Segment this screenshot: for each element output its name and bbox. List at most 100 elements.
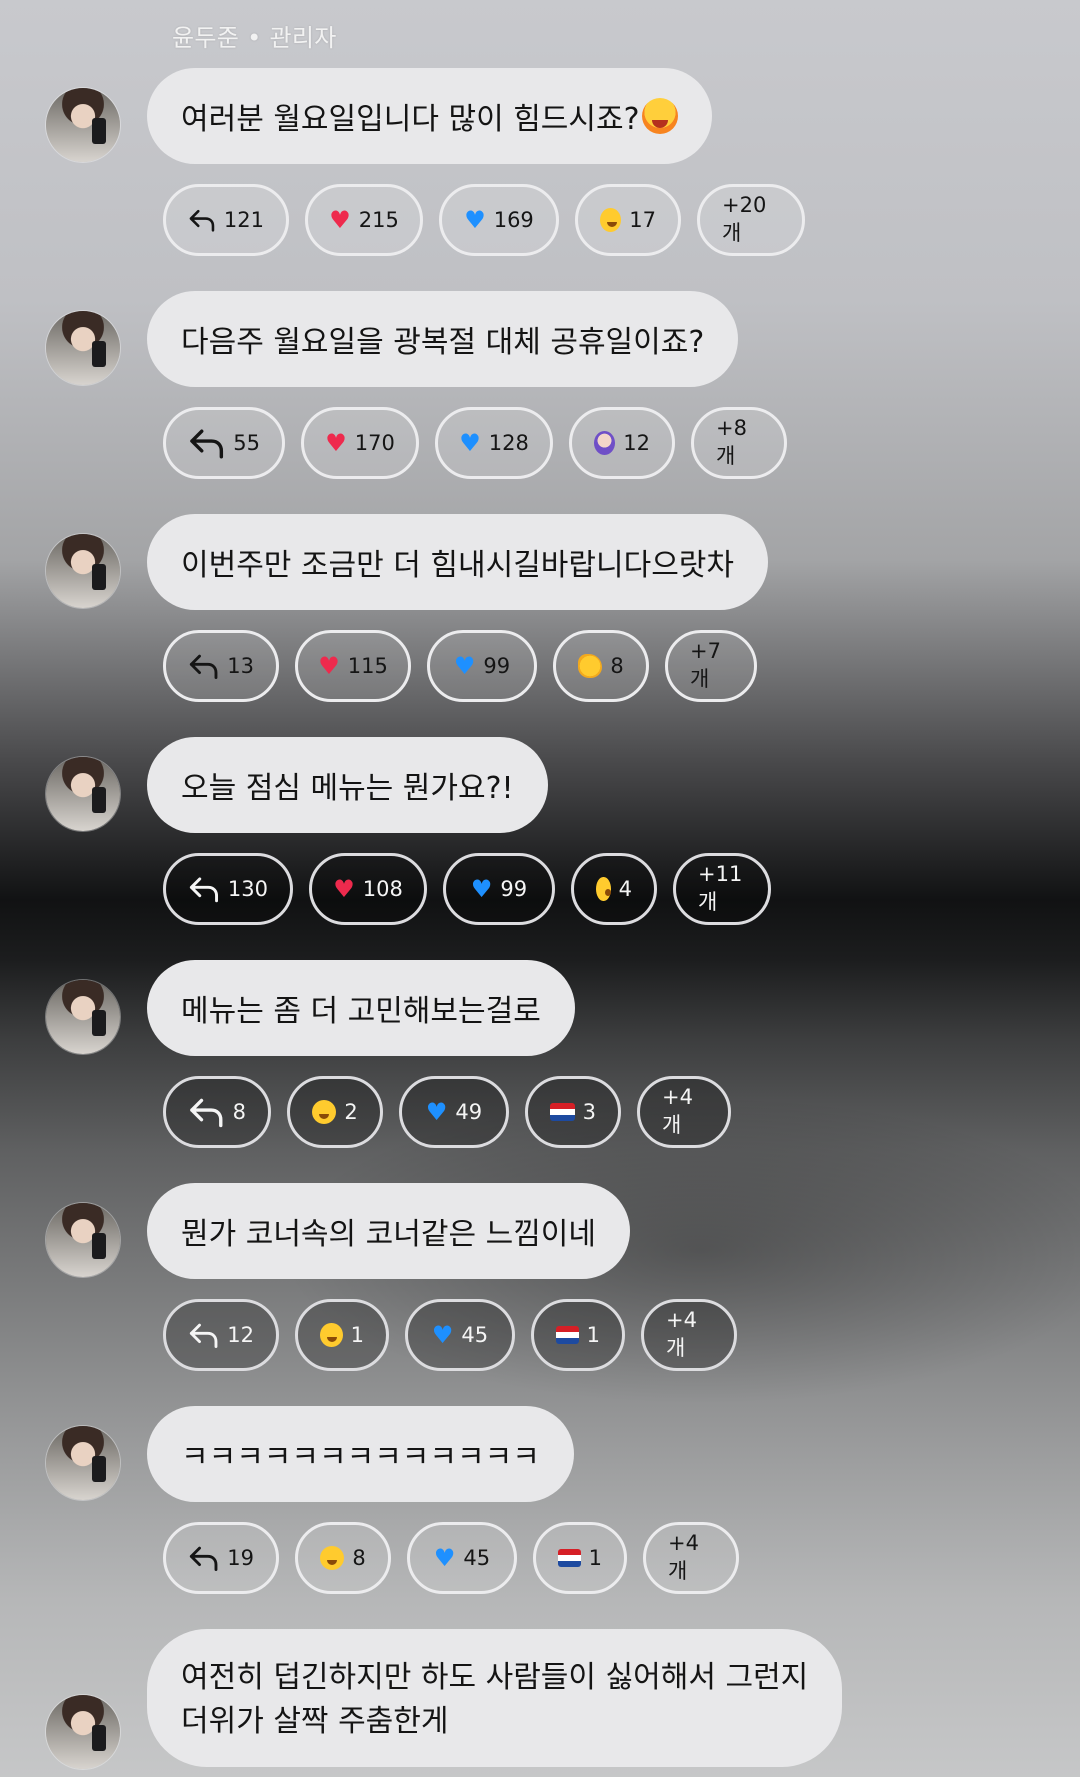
reaction-count: 99 bbox=[500, 877, 528, 901]
message-bubble[interactable]: ㅋㅋㅋㅋㅋㅋㅋㅋㅋㅋㅋㅋㅋ bbox=[147, 1406, 574, 1502]
reaction-chip[interactable]: ♥ 170 bbox=[301, 407, 419, 479]
avatar[interactable] bbox=[46, 534, 120, 608]
reaction-chip[interactable]: ♥ 215 bbox=[305, 184, 423, 256]
reaction-chip[interactable]: 2 bbox=[287, 1076, 383, 1148]
reaction-chip[interactable]: ♥ 128 bbox=[435, 407, 553, 479]
avatar[interactable] bbox=[46, 757, 120, 831]
reaction-chip[interactable]: ♥ 99 bbox=[443, 853, 555, 925]
reply-arrow-icon bbox=[190, 1098, 223, 1128]
reply-chip[interactable]: 130 bbox=[163, 853, 293, 925]
avatar[interactable] bbox=[46, 1426, 120, 1500]
reaction-count: 99 bbox=[483, 654, 511, 678]
avatar[interactable] bbox=[46, 88, 120, 162]
avatar[interactable] bbox=[46, 311, 120, 385]
reaction-bar: 121 ♥ 215 ♥ 169 17 +20개 bbox=[163, 184, 805, 256]
reply-count: 121 bbox=[223, 208, 264, 232]
reaction-count: 3 bbox=[582, 1100, 596, 1124]
reply-chip[interactable]: 19 bbox=[163, 1522, 279, 1594]
reaction-chip[interactable]: 8 bbox=[553, 630, 649, 702]
reaction-chip[interactable]: ♥ 115 bbox=[295, 630, 411, 702]
message-bubble[interactable]: 메뉴는 좀 더 고민해보는걸로 bbox=[147, 960, 575, 1056]
hot-face-icon bbox=[641, 98, 678, 134]
more-reactions-chip[interactable]: +7개 bbox=[665, 630, 757, 702]
reaction-chip[interactable]: ♥ 49 bbox=[399, 1076, 509, 1148]
message-bubble[interactable]: 다음주 월요일을 광복절 대체 공휴일이죠? bbox=[147, 291, 739, 387]
reaction-chip[interactable]: 8 bbox=[295, 1522, 391, 1594]
reaction-bar: 8 2 ♥ 49 3 +4개 bbox=[163, 1076, 731, 1148]
message-text-line: 더위가 살짝 주춤한게 bbox=[181, 1704, 449, 1739]
reaction-count: 45 bbox=[463, 1546, 491, 1570]
reaction-count: 45 bbox=[461, 1323, 489, 1347]
more-reactions-chip[interactable]: +4개 bbox=[637, 1076, 731, 1148]
sender-label: 윤두준 • 관리자 bbox=[172, 24, 337, 52]
more-count: +11개 bbox=[698, 862, 743, 914]
more-reactions-chip[interactable]: +20개 bbox=[697, 184, 805, 256]
reaction-count: 49 bbox=[455, 1100, 483, 1124]
person-face-icon bbox=[594, 431, 616, 455]
message-bubble[interactable]: 이번주만 조금만 더 힘내시길바랍니다으랏차 bbox=[147, 514, 769, 610]
more-count: +20개 bbox=[722, 193, 767, 245]
reaction-chip[interactable]: 17 bbox=[575, 184, 681, 256]
avatar[interactable] bbox=[46, 1695, 120, 1769]
message-bubble[interactable]: 여전히 덥긴하지만 하도 사람들이 싫어해서 그런지 더위가 살짝 주춤한게 bbox=[147, 1629, 843, 1767]
reaction-count: 8 bbox=[352, 1546, 366, 1570]
reaction-chip[interactable]: ♥ 169 bbox=[439, 184, 559, 256]
message-bubble[interactable]: 오늘 점심 메뉴는 뭔가요?! bbox=[147, 737, 548, 833]
blue-heart-icon: ♥ bbox=[425, 1098, 448, 1126]
more-reactions-chip[interactable]: +4개 bbox=[641, 1299, 737, 1371]
avatar[interactable] bbox=[46, 980, 120, 1054]
reaction-count: 4 bbox=[618, 877, 632, 901]
reply-count: 8 bbox=[232, 1100, 246, 1124]
reply-chip[interactable]: 8 bbox=[163, 1076, 271, 1148]
laughing-face-icon bbox=[312, 1100, 337, 1124]
more-count: +4개 bbox=[666, 1308, 697, 1360]
reply-chip[interactable]: 13 bbox=[163, 630, 279, 702]
clapping-hands-icon bbox=[578, 654, 603, 678]
reaction-chip[interactable]: 12 bbox=[569, 407, 675, 479]
more-reactions-chip[interactable]: +8개 bbox=[691, 407, 787, 479]
more-count: +8개 bbox=[716, 416, 747, 468]
reply-chip[interactable]: 55 bbox=[163, 407, 285, 479]
reaction-count: 2 bbox=[344, 1100, 358, 1124]
blue-heart-icon: ♥ bbox=[433, 1544, 456, 1572]
laughing-face-icon bbox=[320, 1323, 343, 1347]
reaction-chip[interactable]: ♥ 108 bbox=[309, 853, 427, 925]
message-item: 뭔가 코너속의 코너같은 느낌이네 12 1 ♥ 45 1 +4개 bbox=[0, 1183, 1080, 1405]
reply-chip[interactable]: 12 bbox=[163, 1299, 279, 1371]
message-text: ㅋㅋㅋㅋㅋㅋㅋㅋㅋㅋㅋㅋㅋ bbox=[181, 1440, 540, 1475]
reaction-chip[interactable]: 4 bbox=[571, 853, 657, 925]
blue-heart-icon: ♥ bbox=[470, 875, 493, 903]
reaction-chip[interactable]: 1 bbox=[533, 1522, 627, 1594]
reaction-chip[interactable]: ♥ 45 bbox=[405, 1299, 515, 1371]
pleading-face-icon bbox=[600, 208, 622, 232]
more-reactions-chip[interactable]: +11개 bbox=[673, 853, 771, 925]
reply-chip[interactable]: 121 bbox=[163, 184, 289, 256]
message-text: 여러분 월요일입니다 많이 힘드시죠? bbox=[181, 102, 640, 137]
reaction-count: 1 bbox=[588, 1546, 602, 1570]
reaction-chip[interactable]: 1 bbox=[531, 1299, 625, 1371]
message-text: 뭔가 코너속의 코너같은 느낌이네 bbox=[181, 1217, 597, 1252]
reaction-chip[interactable]: 3 bbox=[525, 1076, 621, 1148]
message-item: 다음주 월요일을 광복절 대체 공휴일이죠? 55 ♥ 170 ♥ 128 12… bbox=[0, 291, 1080, 513]
avatar[interactable] bbox=[46, 1203, 120, 1277]
reaction-bar: 12 1 ♥ 45 1 +4개 bbox=[163, 1299, 737, 1371]
reply-count: 13 bbox=[227, 654, 254, 678]
message-bubble[interactable]: 뭔가 코너속의 코너같은 느낌이네 bbox=[147, 1183, 631, 1279]
reply-arrow-icon bbox=[189, 209, 215, 232]
reaction-chip[interactable]: ♥ 99 bbox=[427, 630, 537, 702]
netherlands-flag-icon bbox=[550, 1103, 575, 1121]
blue-heart-icon: ♥ bbox=[431, 1321, 454, 1349]
reaction-count: 1 bbox=[586, 1323, 600, 1347]
reaction-chip[interactable]: 1 bbox=[295, 1299, 389, 1371]
more-count: +7개 bbox=[690, 639, 721, 691]
more-reactions-chip[interactable]: +4개 bbox=[643, 1522, 739, 1594]
reaction-count: 215 bbox=[358, 208, 399, 232]
message-item: 여전히 덥긴하지만 하도 사람들이 싫어해서 그런지 더위가 살짝 주춤한게 bbox=[0, 1629, 1080, 1777]
reaction-count: 8 bbox=[610, 654, 624, 678]
reaction-count: 115 bbox=[347, 654, 388, 678]
reaction-bar: 55 ♥ 170 ♥ 128 12 +8개 bbox=[163, 407, 787, 479]
message-bubble[interactable]: 여러분 월요일입니다 많이 힘드시죠? bbox=[147, 68, 712, 164]
reaction-chip[interactable]: ♥ 45 bbox=[407, 1522, 517, 1594]
blue-heart-icon: ♥ bbox=[453, 652, 476, 680]
reaction-bar: 130 ♥ 108 ♥ 99 4 +11개 bbox=[163, 853, 771, 925]
